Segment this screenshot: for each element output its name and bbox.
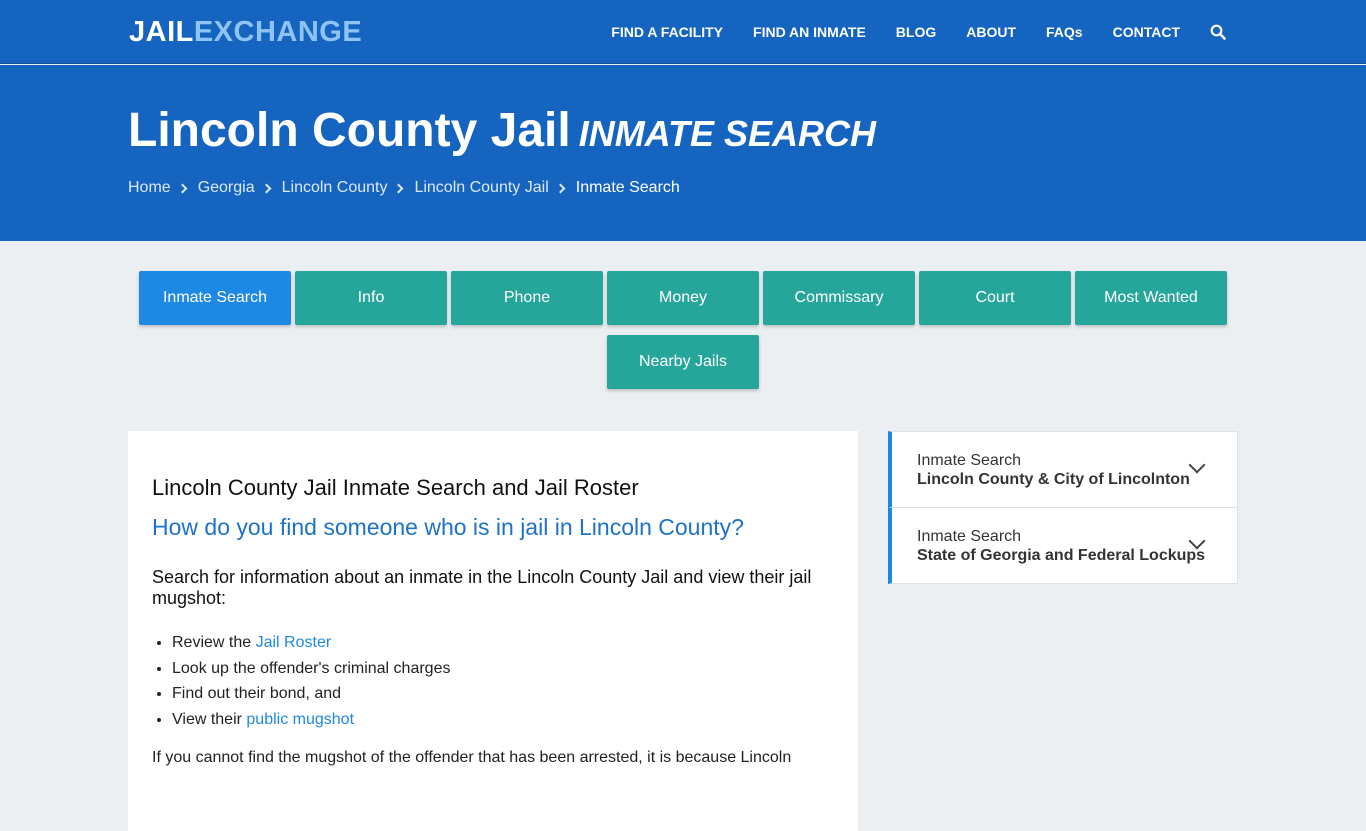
hero-banner: Lincoln County Jail INMATE SEARCH Home Ge… bbox=[0, 65, 1366, 241]
tab-nearby-jails[interactable]: Nearby Jails bbox=[607, 335, 759, 389]
nav-blog[interactable]: BLOG bbox=[896, 24, 936, 40]
logo-part-exchange: EXCHANGE bbox=[193, 16, 363, 48]
main-nav: FIND A FACILITY FIND AN INMATE BLOG ABOU… bbox=[581, 0, 1226, 64]
tab-commissary[interactable]: Commissary bbox=[763, 271, 915, 325]
tab-money[interactable]: Money bbox=[607, 271, 759, 325]
main-content: Lincoln County Jail Inmate Search and Ja… bbox=[128, 431, 858, 831]
tab-phone[interactable]: Phone bbox=[451, 271, 603, 325]
public-mugshot-link[interactable]: public mugshot bbox=[246, 711, 354, 728]
chevron-down-icon[interactable] bbox=[1188, 456, 1206, 474]
sidebar: Inmate Search Lincoln County & City of L… bbox=[888, 431, 1238, 584]
nav-faqs[interactable]: FAQs bbox=[1046, 24, 1083, 40]
tab-most-wanted[interactable]: Most Wanted bbox=[1075, 271, 1227, 325]
list-item: Review the Jail Roster bbox=[172, 630, 450, 656]
accordion-subtitle: Lincoln County & City of Lincolnton bbox=[917, 471, 1190, 488]
logo-part-jail: JAIL bbox=[129, 16, 194, 48]
content-paragraph: If you cannot find the mugshot of the of… bbox=[152, 749, 792, 766]
accordion-title: Inmate Search bbox=[917, 528, 1022, 545]
site-logo[interactable]: JAILEXCHANGE bbox=[129, 16, 362, 49]
list-item: Look up the offender's criminal charges bbox=[172, 656, 450, 682]
chevron-right-icon bbox=[555, 183, 566, 193]
breadcrumb-lincoln-county[interactable]: Lincoln County bbox=[282, 179, 388, 197]
breadcrumb-georgia[interactable]: Georgia bbox=[198, 179, 255, 197]
tab-court[interactable]: Court bbox=[919, 271, 1071, 325]
page-title-sub: INMATE SEARCH bbox=[578, 113, 877, 154]
chevron-right-icon bbox=[177, 183, 188, 193]
content-intro: Search for information about an inmate i… bbox=[152, 567, 812, 608]
content-heading: Lincoln County Jail Inmate Search and Ja… bbox=[152, 475, 639, 500]
list-item-text: Review the bbox=[172, 634, 256, 651]
breadcrumb-current: Inmate Search bbox=[575, 179, 680, 196]
chevron-right-icon bbox=[394, 183, 404, 193]
page-title-main: Lincoln County Jail bbox=[128, 104, 571, 157]
accordion-title: Inmate Search bbox=[917, 452, 1022, 469]
accordion-subtitle: State of Georgia and Federal Lockups bbox=[917, 547, 1206, 564]
chevron-right-icon bbox=[261, 183, 272, 193]
list-item-text: View their bbox=[172, 710, 247, 728]
accordion-lincoln-county[interactable]: Inmate Search Lincoln County & City of L… bbox=[888, 431, 1238, 508]
search-icon[interactable] bbox=[1210, 24, 1226, 40]
breadcrumb-lincoln-county-jail[interactable]: Lincoln County Jail bbox=[414, 179, 548, 197]
breadcrumb: Home Georgia Lincoln County Lincoln Coun… bbox=[128, 179, 680, 197]
nav-contact[interactable]: CONTACT bbox=[1113, 24, 1180, 40]
jail-roster-link[interactable]: Jail Roster bbox=[256, 634, 332, 651]
top-navbar: JAILEXCHANGE FIND A FACILITY FIND AN INM… bbox=[0, 0, 1366, 64]
list-item: Find out their bond, and bbox=[172, 681, 450, 707]
tab-inmate-search[interactable]: Inmate Search bbox=[139, 271, 291, 325]
nav-find-facility[interactable]: FIND A FACILITY bbox=[611, 24, 723, 40]
list-item: View their public mugshot bbox=[172, 707, 450, 733]
feature-list: Review the Jail Roster Look up the offen… bbox=[172, 630, 450, 732]
nav-find-inmate[interactable]: FIND AN INMATE bbox=[753, 24, 866, 40]
breadcrumb-home[interactable]: Home bbox=[128, 179, 171, 197]
nav-about[interactable]: ABOUT bbox=[966, 24, 1016, 40]
content-subheading: How do you find someone who is in jail i… bbox=[152, 514, 744, 540]
tab-info[interactable]: Info bbox=[295, 271, 447, 325]
accordion-state-federal[interactable]: Inmate Search State of Georgia and Feder… bbox=[888, 507, 1238, 584]
page-title: Lincoln County Jail INMATE SEARCH bbox=[128, 103, 876, 158]
